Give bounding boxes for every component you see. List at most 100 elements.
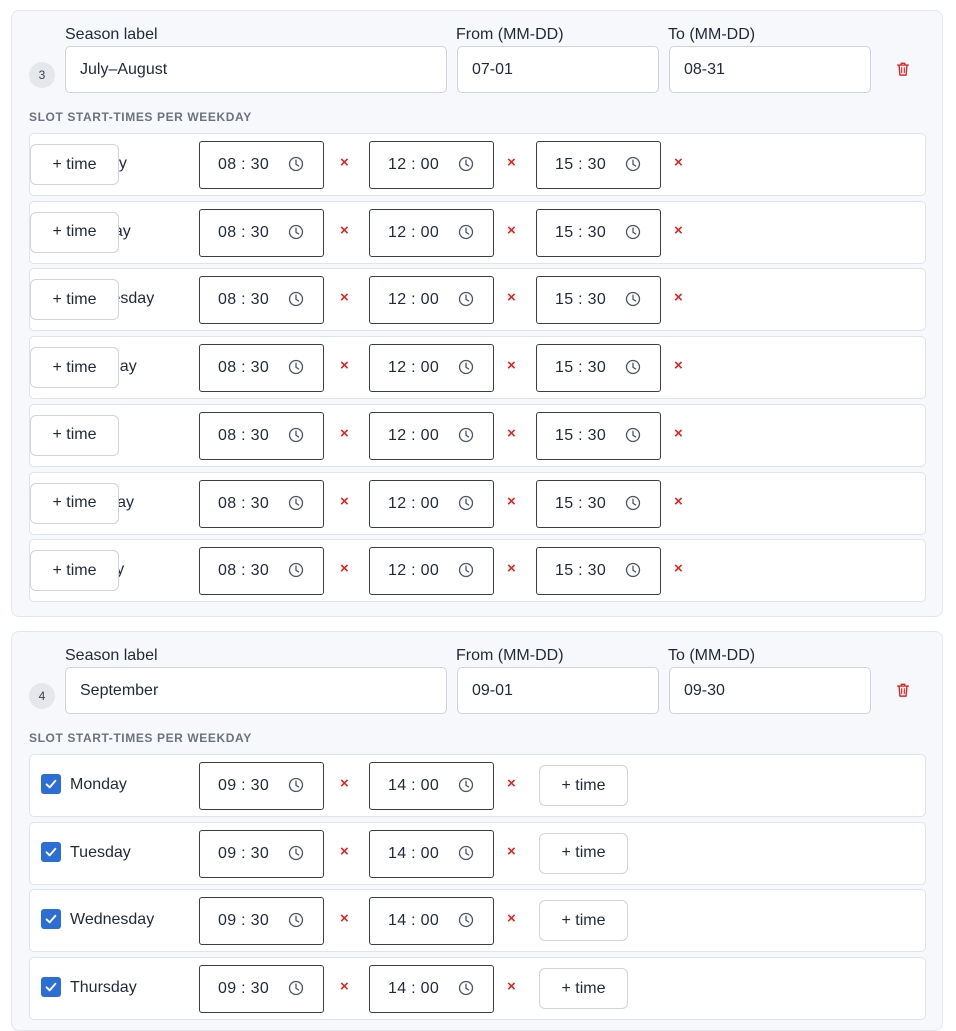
remove-time-button[interactable]: × [340,978,349,995]
time-input[interactable]: 09 : 30 [199,965,324,1014]
remove-time-button[interactable]: × [340,357,349,374]
remove-time-button[interactable]: × [507,357,516,374]
time-input[interactable]: 14 : 00 [369,829,494,878]
season-label-input[interactable]: September [65,667,447,714]
remove-time-button[interactable]: × [507,222,516,239]
remove-time-button[interactable]: × [674,154,683,171]
weekday-row: Wednesday08 : 30×12 : 00×15 : 30×+ time [29,268,926,332]
add-time-button[interactable]: + time [30,211,119,253]
remove-time-button[interactable]: × [340,425,349,442]
time-input[interactable]: 09 : 30 [199,829,324,878]
remove-time-button[interactable]: × [507,560,516,577]
clock-icon [458,427,474,443]
remove-time-button[interactable]: × [674,493,683,510]
time-input[interactable]: 08 : 30 [199,479,324,528]
weekday-name: Tuesday [70,843,131,861]
remove-time-button[interactable]: × [340,775,349,792]
add-time-button[interactable]: + time [539,832,628,874]
add-time-button[interactable]: + time [30,550,119,592]
time-input[interactable]: 12 : 00 [369,479,494,528]
time-input[interactable]: 09 : 30 [199,762,324,810]
time-input[interactable]: 14 : 00 [369,965,494,1014]
remove-time-button[interactable]: × [674,357,683,374]
time-input[interactable]: 12 : 00 [369,208,494,257]
time-input[interactable]: 15 : 30 [536,344,661,393]
add-time-button[interactable]: + time [30,144,119,185]
weekday-row: Tuesday08 : 30×12 : 00×15 : 30×+ time [29,200,926,264]
time-input[interactable]: 15 : 30 [536,411,661,460]
remove-time-button[interactable]: × [340,910,349,927]
remove-time-button[interactable]: × [340,493,349,510]
remove-time-button[interactable]: × [340,222,349,239]
remove-time-button[interactable]: × [340,154,349,171]
remove-time-button[interactable]: × [507,775,516,792]
remove-time-button[interactable]: × [674,222,683,239]
weekday-checkbox[interactable] [41,841,61,862]
remove-time-button[interactable]: × [340,560,349,577]
weekday-checkbox[interactable] [41,774,61,794]
from-date-input[interactable]: 09-01 [457,667,659,714]
remove-time-button[interactable]: × [507,154,516,171]
time-input[interactable]: 12 : 00 [369,344,494,393]
to-date-input[interactable]: 08-31 [669,46,871,93]
season-label-input[interactable]: July–August [65,46,447,93]
time-input[interactable]: 15 : 30 [536,276,661,325]
weekday-checkbox[interactable] [41,909,61,930]
time-input[interactable]: 14 : 00 [369,897,494,946]
time-value: 09 : 30 [218,777,270,794]
delete-season-button[interactable] [895,683,911,701]
clock-icon [625,156,641,172]
time-input[interactable]: 12 : 00 [369,276,494,325]
add-time-button[interactable]: + time [539,968,628,1010]
time-input[interactable]: 14 : 00 [369,762,494,810]
time-value: 15 : 30 [555,494,607,512]
to-date-input[interactable]: 09-30 [669,667,871,714]
time-input[interactable]: 08 : 30 [199,547,324,596]
time-input[interactable]: 09 : 30 [199,897,324,946]
add-time-button[interactable]: + time [30,414,119,456]
add-time-button[interactable]: + time [30,279,119,321]
clock-icon [458,291,474,307]
time-input[interactable]: 12 : 00 [369,547,494,596]
time-input[interactable]: 15 : 30 [536,208,661,257]
remove-time-button[interactable]: × [340,843,349,860]
clock-icon [458,980,474,996]
time-input[interactable]: 15 : 30 [536,479,661,528]
remove-time-button[interactable]: × [507,493,516,510]
time-input[interactable]: 15 : 30 [536,547,661,596]
add-time-button[interactable]: + time [30,347,119,389]
remove-time-button[interactable]: × [507,978,516,995]
weekday-row: Monday 09 : 30 × 14 : 00 × + time [29,754,926,817]
weekday-row: Monday08 : 30×12 : 00×15 : 30×+ time [29,133,926,196]
add-time-button[interactable]: + time [539,765,628,806]
time-input[interactable]: 08 : 30 [199,208,324,257]
time-input[interactable]: 15 : 30 [536,141,661,189]
remove-time-button[interactable]: × [507,843,516,860]
add-time-button[interactable]: + time [539,900,628,942]
clock-icon [458,777,474,793]
remove-time-button[interactable]: × [507,425,516,442]
remove-time-button[interactable]: × [674,289,683,306]
time-input[interactable]: 08 : 30 [199,411,324,460]
delete-season-button[interactable] [895,62,911,80]
time-input[interactable]: 12 : 00 [369,141,494,189]
clock-icon [458,156,474,172]
remove-time-button[interactable]: × [674,425,683,442]
time-input[interactable]: 08 : 30 [199,344,324,393]
add-time-button[interactable]: + time [30,482,119,524]
section-title: SLOT START-TIMES PER WEEKDAY [29,731,252,745]
remove-time-button[interactable]: × [507,289,516,306]
clock-icon [458,912,474,928]
time-value: 12 : 00 [388,156,440,173]
time-value: 15 : 30 [555,359,607,377]
remove-time-button[interactable]: × [340,289,349,306]
weekday-checkbox[interactable] [41,977,61,998]
time-input[interactable]: 08 : 30 [199,276,324,325]
time-input[interactable]: 08 : 30 [199,141,324,189]
from-date-input[interactable]: 07-01 [457,46,659,93]
time-value: 12 : 00 [388,291,440,309]
remove-time-button[interactable]: × [674,560,683,577]
remove-time-button[interactable]: × [507,910,516,927]
time-input[interactable]: 12 : 00 [369,411,494,460]
clock-icon [288,777,304,793]
